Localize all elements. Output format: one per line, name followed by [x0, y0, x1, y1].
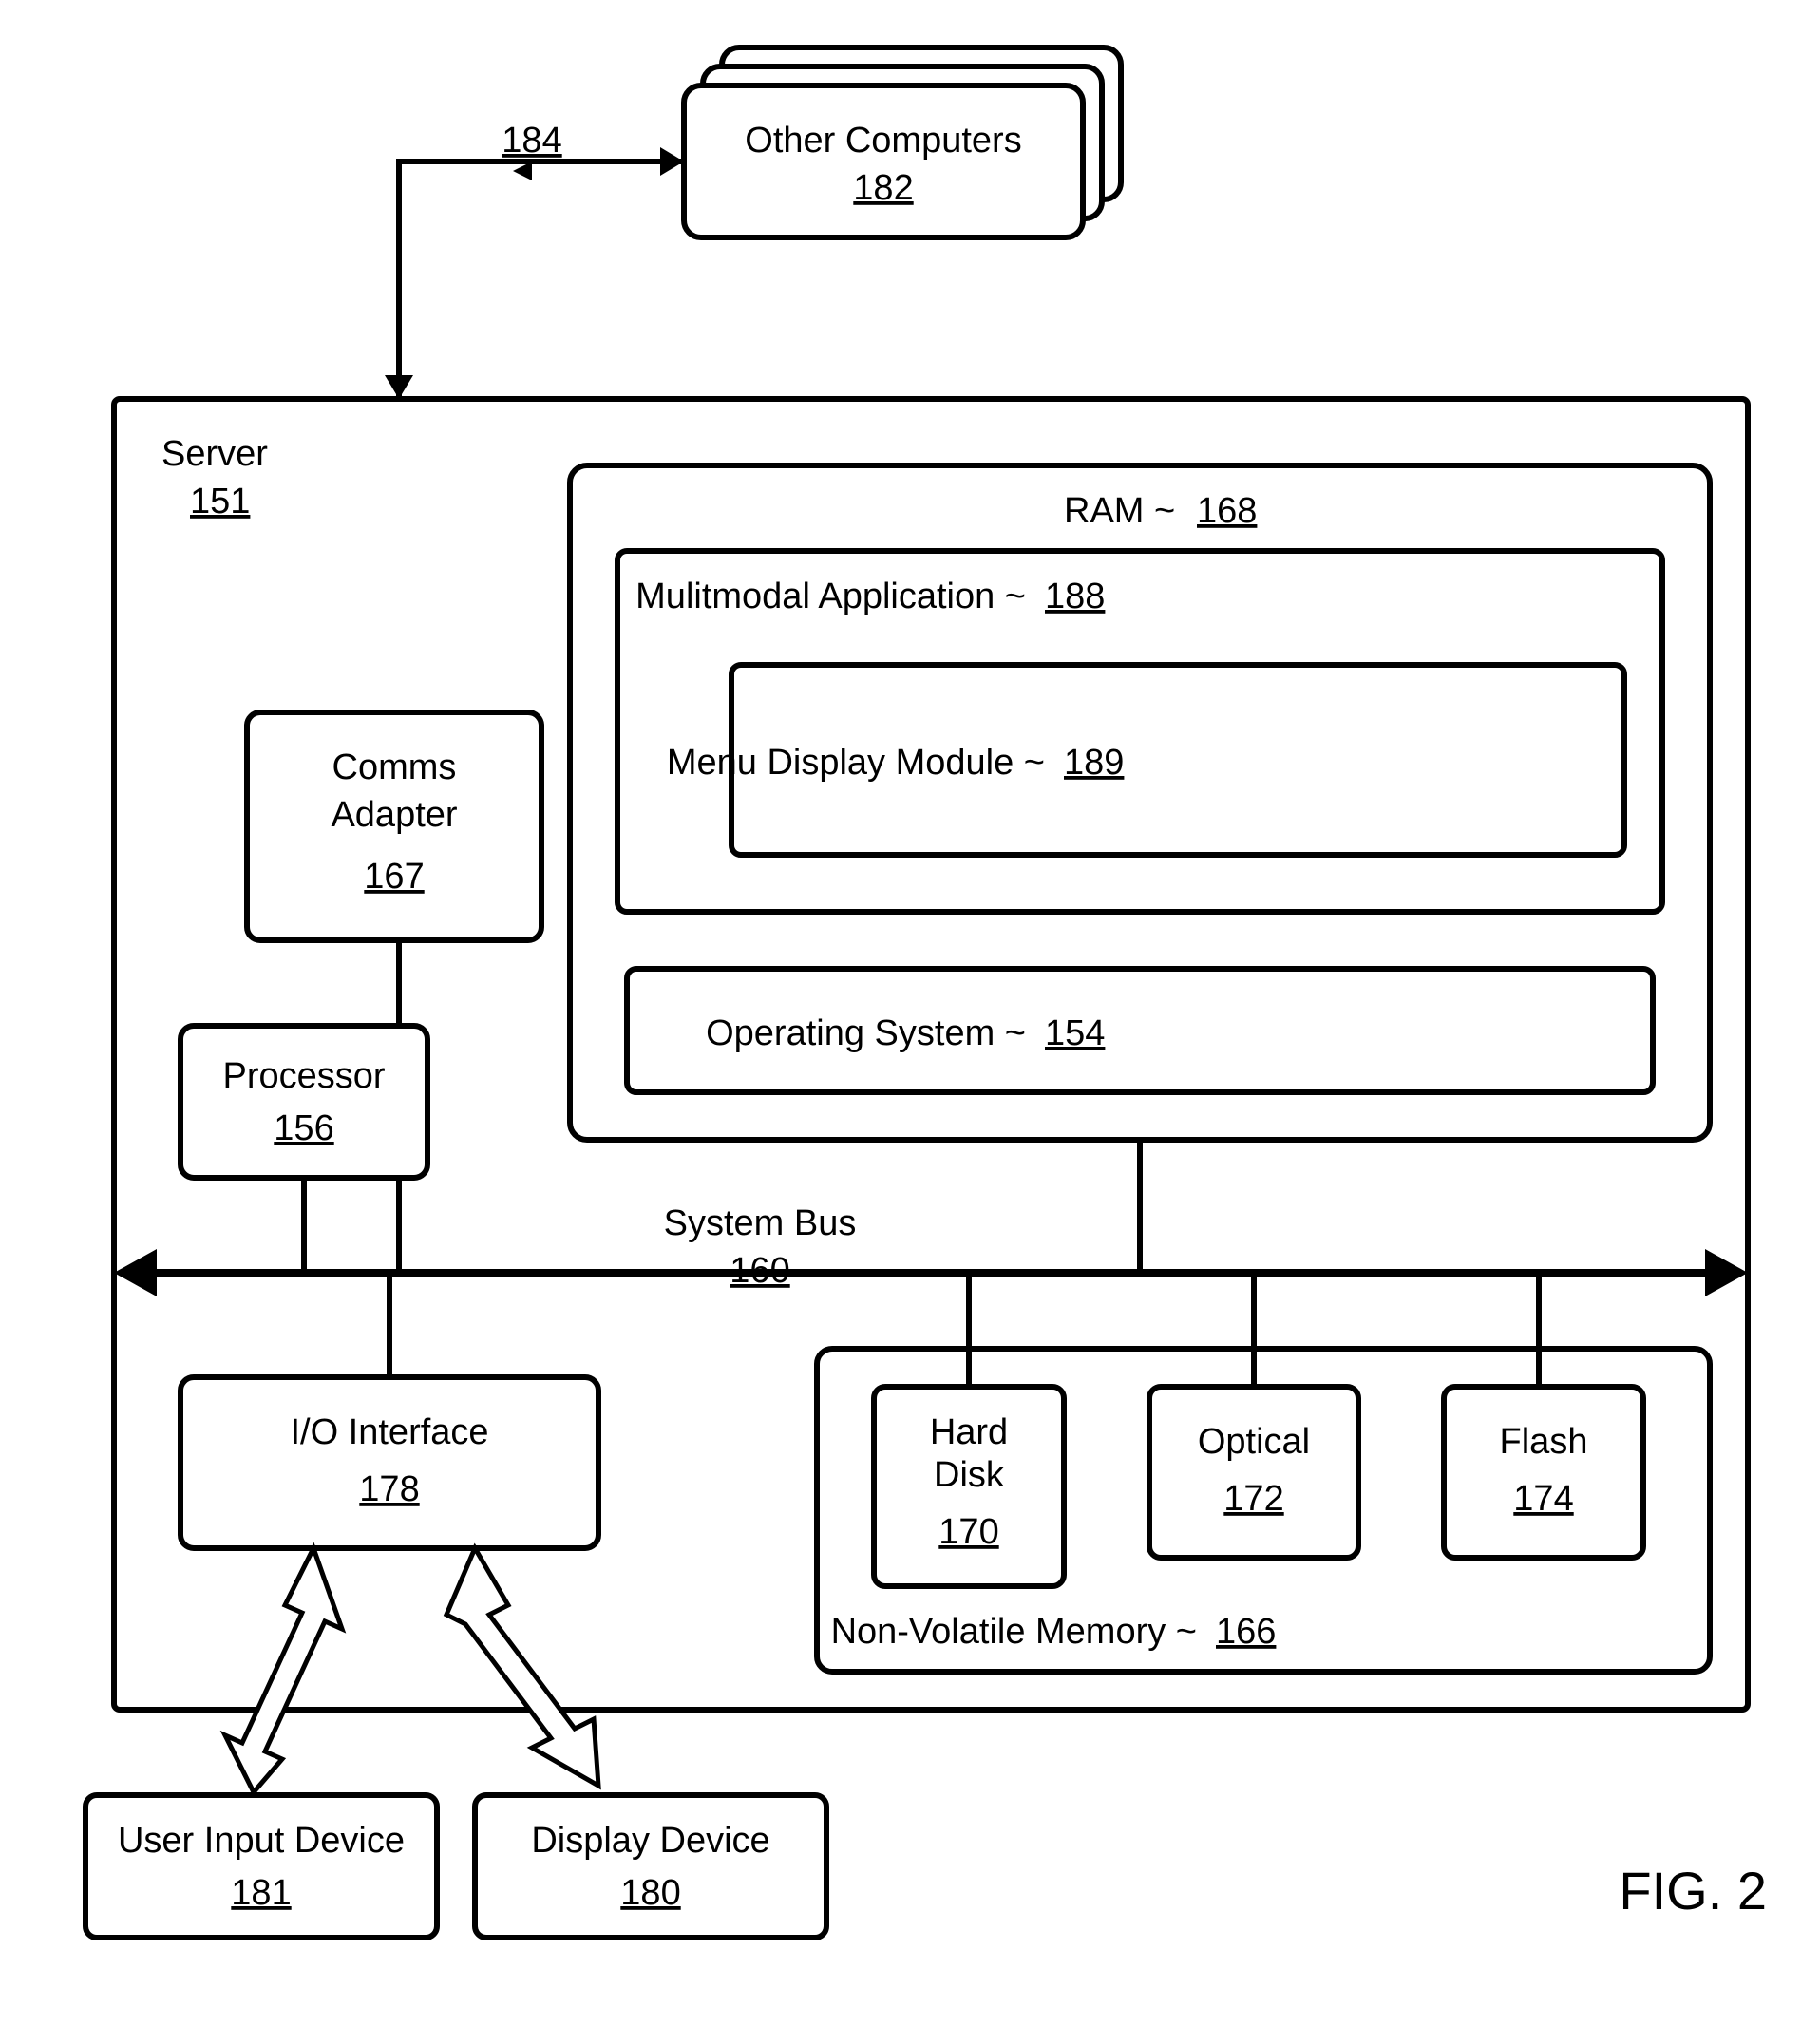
hd-label2: Disk	[934, 1455, 1005, 1495]
other-computers-num: 182	[853, 168, 913, 208]
comms-label1: Comms	[332, 748, 457, 787]
comms-label2: Adapter	[331, 795, 457, 835]
app-label: Mulitmodal Application ~	[635, 577, 1026, 616]
network-link-num: 184	[502, 121, 561, 161]
other-computers-label: Other Computers	[745, 121, 1021, 161]
os-num: 154	[1045, 1013, 1105, 1053]
nvm-num: 166	[1216, 1612, 1276, 1652]
optical-num: 172	[1223, 1479, 1283, 1519]
hd-label1: Hard	[930, 1412, 1008, 1452]
user-input-num: 181	[231, 1873, 291, 1913]
bus-label: System Bus	[664, 1203, 857, 1243]
user-input-label: User Input Device	[118, 1821, 405, 1861]
user-input-device-block: User Input Device 181	[85, 1795, 437, 1938]
ram-block: RAM ~ 168 Mulitmodal Application ~ 188 M…	[570, 465, 1710, 1140]
hd-num: 170	[938, 1512, 998, 1552]
io-num: 178	[359, 1469, 419, 1509]
flash-label: Flash	[1500, 1422, 1588, 1462]
module-label: Menu Display Module ~	[667, 743, 1045, 783]
comms-num: 167	[364, 857, 424, 897]
io-label: I/O Interface	[290, 1412, 488, 1452]
module-num: 189	[1064, 743, 1124, 783]
display-device-block: Display Device 180	[475, 1795, 826, 1938]
nvm-label: Non-Volatile Memory ~	[831, 1612, 1197, 1652]
processor-label: Processor	[222, 1056, 385, 1096]
display-num: 180	[620, 1873, 680, 1913]
figure-label: FIG. 2	[1619, 1861, 1767, 1921]
server-label: Server	[161, 434, 268, 474]
other-computers-block: Other Computers 182	[684, 47, 1121, 237]
optical-label: Optical	[1198, 1422, 1310, 1462]
processor-block: Processor 156	[180, 1026, 427, 1178]
comms-adapter-block: Comms Adapter 167	[247, 712, 541, 940]
diagram-root: Other Computers 182 184 Server 151 RAM ~…	[0, 0, 1820, 2025]
os-label: Operating System ~	[706, 1013, 1026, 1053]
processor-num: 156	[274, 1108, 333, 1148]
server-num: 151	[190, 482, 250, 521]
flash-num: 174	[1513, 1479, 1573, 1519]
ram-num: 168	[1197, 491, 1257, 531]
network-link: 184	[385, 121, 684, 399]
display-label: Display Device	[531, 1821, 769, 1861]
ram-label: RAM ~	[1064, 491, 1175, 531]
app-num: 188	[1045, 577, 1105, 616]
